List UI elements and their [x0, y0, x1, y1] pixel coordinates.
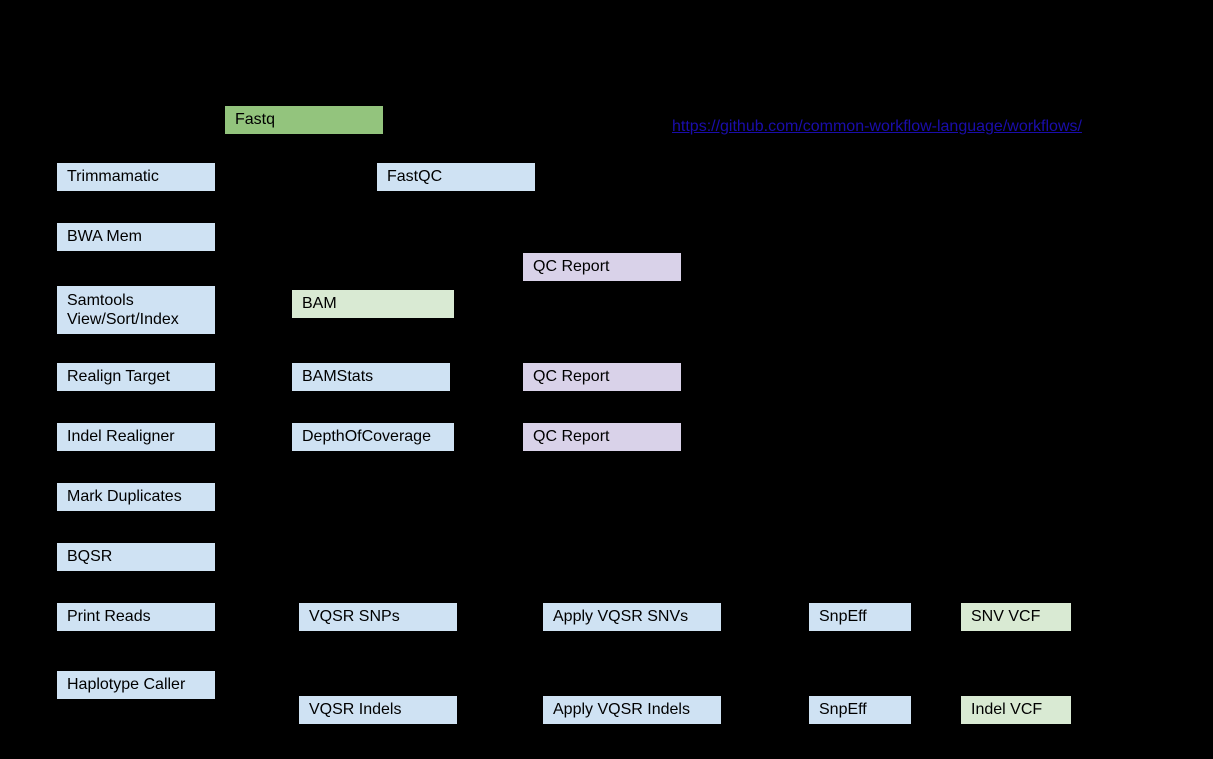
node-snv-vcf: SNV VCF: [960, 602, 1072, 632]
node-indel-vcf: Indel VCF: [960, 695, 1072, 725]
node-vqsr-snps: VQSR SNPs: [298, 602, 458, 632]
node-snpeff-2: SnpEff: [808, 695, 912, 725]
node-mark-duplicates: Mark Duplicates: [56, 482, 216, 512]
node-bam: BAM: [291, 289, 455, 319]
node-depth-of-coverage: DepthOfCoverage: [291, 422, 455, 452]
node-fastq: Fastq: [224, 105, 384, 135]
github-link[interactable]: https://github.com/common-workflow-langu…: [672, 118, 1082, 136]
node-bwa-mem: BWA Mem: [56, 222, 216, 252]
node-print-reads: Print Reads: [56, 602, 216, 632]
node-qc-report-2: QC Report: [522, 362, 682, 392]
node-realign-target: Realign Target: [56, 362, 216, 392]
node-apply-vqsr-snvs: Apply VQSR SNVs: [542, 602, 722, 632]
node-haplotype-caller: Haplotype Caller: [56, 670, 216, 700]
node-samtools: Samtools View/Sort/Index: [56, 285, 216, 335]
node-snpeff-1: SnpEff: [808, 602, 912, 632]
node-indel-realigner: Indel Realigner: [56, 422, 216, 452]
node-qc-report-1: QC Report: [522, 252, 682, 282]
node-qc-report-3: QC Report: [522, 422, 682, 452]
node-bqsr: BQSR: [56, 542, 216, 572]
node-apply-vqsr-indels: Apply VQSR Indels: [542, 695, 722, 725]
node-trimmamatic: Trimmamatic: [56, 162, 216, 192]
node-vqsr-indels: VQSR Indels: [298, 695, 458, 725]
node-fastqc: FastQC: [376, 162, 536, 192]
node-bamstats: BAMStats: [291, 362, 451, 392]
